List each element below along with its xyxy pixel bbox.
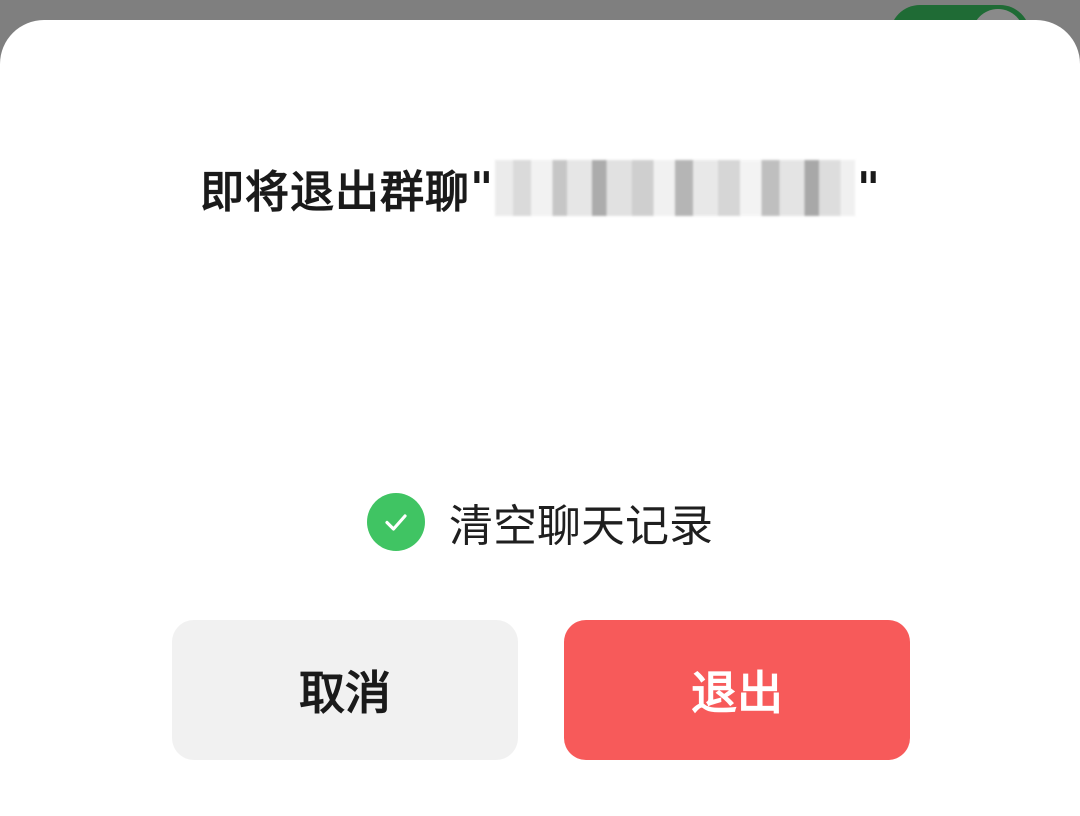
dialog-title: 即将退出群聊 " " (0, 158, 1080, 218)
checkmark-circle-icon[interactable] (367, 493, 425, 551)
dim-overlay[interactable]: 即将退出群聊 " " 清空聊天记录 取消 退出 (0, 0, 1080, 816)
exit-button[interactable]: 退出 (564, 620, 910, 760)
title-close-quote: " (857, 162, 880, 214)
title-prefix: 即将退出群聊 (200, 167, 471, 218)
cancel-button[interactable]: 取消 (172, 620, 518, 760)
blurred-group-name (495, 160, 855, 216)
title-open-quote: " (470, 162, 493, 214)
clear-history-label: 清空聊天记录 (449, 501, 713, 552)
exit-group-dialog: 即将退出群聊 " " 清空聊天记录 取消 退出 (0, 20, 1080, 816)
clear-history-option[interactable]: 清空聊天记录 (0, 490, 1080, 554)
